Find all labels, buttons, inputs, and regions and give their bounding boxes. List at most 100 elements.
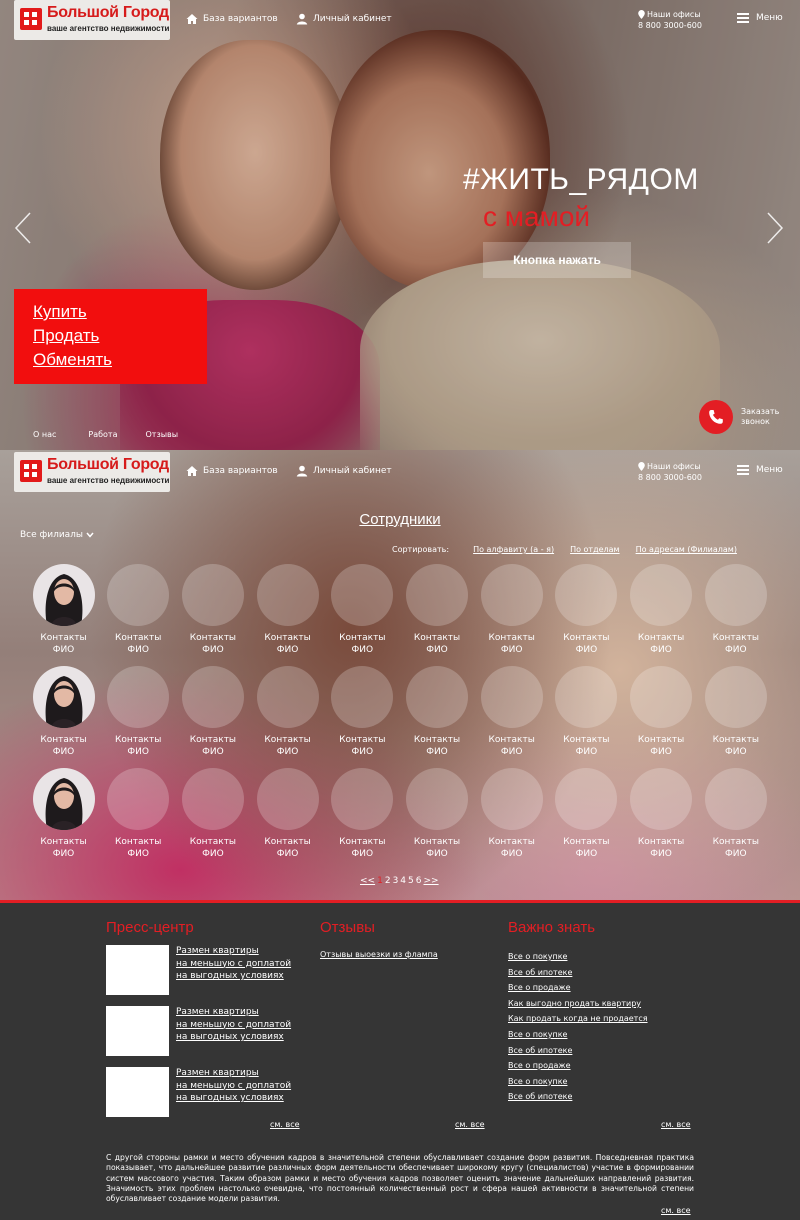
staff-card[interactable]: Контакты ФИО — [26, 564, 101, 656]
staff-card[interactable]: Контакты ФИО — [624, 564, 699, 656]
important-link[interactable]: Все о покупке — [508, 1027, 648, 1043]
pager-next[interactable]: >> — [424, 876, 439, 886]
staff-card[interactable]: Контакты ФИО — [474, 564, 549, 656]
staff-card[interactable]: Контакты ФИО — [101, 768, 176, 860]
important-link[interactable]: Все о продаже — [508, 980, 648, 996]
slide-cta-button[interactable]: Кнопка нажать — [483, 242, 631, 278]
exchange-link[interactable]: Обменять — [33, 348, 207, 372]
pager-prev[interactable]: << — [360, 876, 375, 886]
pager-page[interactable]: 2 — [385, 876, 391, 886]
staff-contacts-label: Контакты — [115, 837, 162, 847]
reviews-see-all-link[interactable]: см. все — [455, 1120, 485, 1129]
staff-card[interactable]: Контакты ФИО — [698, 768, 773, 860]
staff-card[interactable]: Контакты ФИО — [400, 768, 475, 860]
staff-name-label: ФИО — [276, 849, 299, 859]
review-link[interactable]: Отзывы выоезки из флампа — [320, 950, 438, 959]
slide-subtitle: с мамой — [483, 201, 591, 232]
press-caption-line: на выгодных условиях — [176, 1093, 284, 1103]
jobs-link[interactable]: Работа — [88, 430, 117, 439]
press-item[interactable]: Размен квартиры на меньшую с доплатой на… — [106, 1067, 306, 1117]
press-item[interactable]: Размен квартиры на меньшую с доплатой на… — [106, 1006, 306, 1056]
sort-branch-link[interactable]: По адресам (Филиалам) — [636, 545, 737, 554]
staff-photo-placeholder — [630, 666, 693, 728]
staff-card[interactable]: Контакты ФИО — [101, 564, 176, 656]
about-see-all-link[interactable]: см. все — [661, 1206, 691, 1215]
menu-button[interactable]: Меню — [737, 465, 783, 475]
branch-filter-dropdown[interactable]: Все филиалы — [20, 530, 94, 540]
staff-card[interactable]: Контакты ФИО — [698, 564, 773, 656]
staff-card[interactable]: Контакты ФИО — [250, 768, 325, 860]
nav-account-link[interactable]: Личный кабинет — [296, 13, 392, 25]
staff-card[interactable]: Контакты ФИО — [474, 768, 549, 860]
staff-card[interactable]: Контакты ФИО — [624, 666, 699, 758]
sort-department-link[interactable]: По отделам — [570, 545, 620, 554]
offices-block[interactable]: Наши офисы 8 800 3000-600 — [638, 461, 702, 483]
staff-contacts-label: Контакты — [563, 735, 610, 745]
staff-card[interactable]: Контакты ФИО — [474, 666, 549, 758]
important-link[interactable]: Все об ипотеке — [508, 1089, 648, 1105]
logo[interactable]: Большой Город ваше агентство недвижимост… — [14, 452, 170, 492]
staff-card[interactable]: Контакты ФИО — [325, 564, 400, 656]
nav-catalog-label: База вариантов — [203, 466, 278, 476]
home-icon — [186, 14, 198, 24]
buy-link[interactable]: Купить — [33, 300, 207, 324]
nav-catalog-link[interactable]: База вариантов — [186, 465, 278, 477]
staff-card[interactable]: Контакты ФИО — [26, 768, 101, 860]
press-item[interactable]: Размен квартиры на меньшую с доплатой на… — [106, 945, 306, 995]
staff-card[interactable]: Контакты ФИО — [400, 666, 475, 758]
about-link[interactable]: О нас — [33, 430, 56, 439]
important-link[interactable]: Как продать когда не продается — [508, 1011, 648, 1027]
important-link[interactable]: Все о продаже — [508, 1058, 648, 1074]
staff-name-label: ФИО — [426, 645, 448, 655]
staff-card[interactable]: Контакты ФИО — [698, 666, 773, 758]
staff-card[interactable]: Контакты ФИО — [400, 564, 475, 656]
important-link[interactable]: Все об ипотеке — [508, 965, 648, 981]
phone-number[interactable]: 8 800 3000-600 — [638, 472, 702, 483]
staff-card[interactable]: Контакты ФИО — [325, 666, 400, 758]
press-see-all-link[interactable]: см. все — [270, 1120, 300, 1129]
staff-contacts-label: Контакты — [189, 735, 237, 745]
important-link[interactable]: Все о покупке — [508, 949, 648, 965]
pager-page[interactable]: 6 — [416, 876, 422, 886]
menu-button[interactable]: Меню — [737, 13, 783, 23]
phone-number[interactable]: 8 800 3000-600 — [638, 20, 702, 31]
sell-link[interactable]: Продать — [33, 324, 207, 348]
pager-page[interactable]: 5 — [408, 876, 414, 886]
pager-page[interactable]: 3 — [393, 876, 399, 886]
callback-button[interactable]: Заказать звонок — [699, 400, 779, 434]
staff-card[interactable]: Контакты ФИО — [175, 666, 250, 758]
staff-card[interactable]: Контакты ФИО — [325, 768, 400, 860]
staff-card[interactable]: Контакты ФИО — [101, 666, 176, 758]
pager-page[interactable]: 4 — [400, 876, 406, 886]
staff-card[interactable]: Контакты ФИО — [26, 666, 101, 758]
staff-photo-placeholder — [181, 768, 244, 830]
staff-card[interactable]: Контакты ФИО — [175, 564, 250, 656]
important-link[interactable]: Как выгодно продать квартиру — [508, 996, 648, 1012]
logo[interactable]: Большой Город ваше агентство недвижимост… — [14, 0, 170, 40]
staff-card[interactable]: Контакты ФИО — [250, 666, 325, 758]
staff-card[interactable]: Контакты ФИО — [624, 768, 699, 860]
staff-card[interactable]: Контакты ФИО — [549, 564, 624, 656]
important-link[interactable]: Все о покупке — [508, 1074, 648, 1090]
reviews-link[interactable]: Отзывы — [146, 430, 179, 439]
important-link[interactable]: Все об ипотеке — [508, 1043, 648, 1059]
staff-photo-placeholder — [256, 768, 319, 830]
staff-card[interactable]: Контакты ФИО — [549, 768, 624, 860]
slider-next-arrow[interactable] — [766, 212, 784, 244]
staff-card[interactable]: Контакты ФИО — [250, 564, 325, 656]
staff-name-label: ФИО — [202, 849, 224, 859]
important-see-all-link[interactable]: см. все — [661, 1120, 691, 1129]
slider-prev-arrow[interactable] — [14, 212, 32, 244]
logo-brand: Большой Город — [47, 4, 169, 21]
nav-catalog-link[interactable]: База вариантов — [186, 13, 278, 25]
slide-title: #ЖИТЬ_РЯДОМ — [463, 163, 699, 196]
staff-name-label: ФИО — [52, 747, 75, 757]
offices-block[interactable]: Наши офисы 8 800 3000-600 — [638, 9, 702, 31]
staff-card[interactable]: Контакты ФИО — [175, 768, 250, 860]
staff-card[interactable]: Контакты ФИО — [549, 666, 624, 758]
sort-alphabet-link[interactable]: По алфавиту (а - я) — [473, 545, 554, 554]
press-thumbnail — [106, 1006, 169, 1056]
press-caption-line: на выгодных условиях — [176, 1032, 284, 1042]
staff-photo-placeholder — [704, 666, 767, 728]
nav-account-link[interactable]: Личный кабинет — [296, 465, 392, 477]
